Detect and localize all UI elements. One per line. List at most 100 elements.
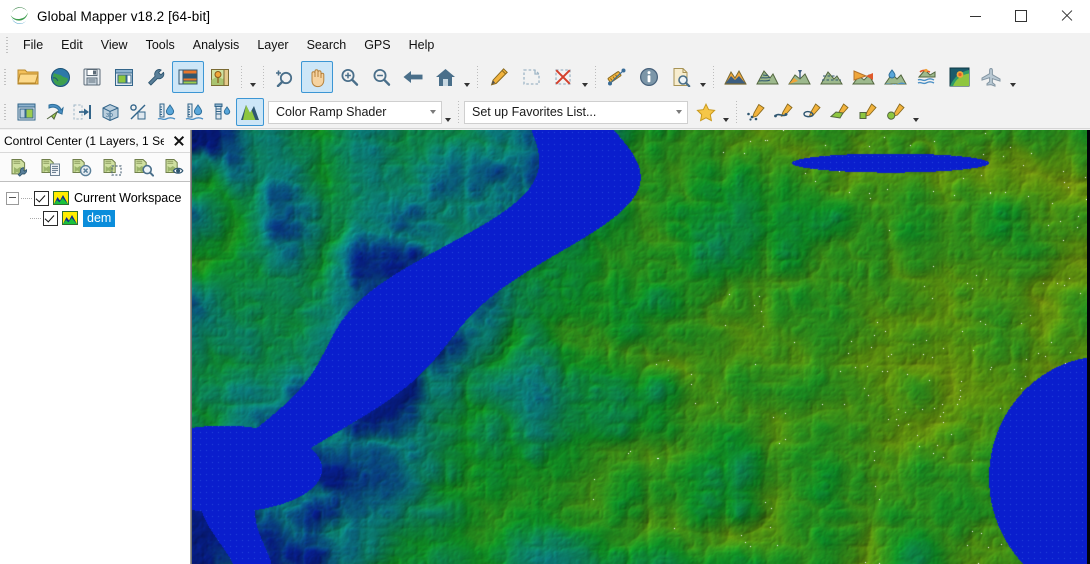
raster-layer-icon: [62, 211, 78, 225]
drag-grip-icon[interactable]: [3, 68, 9, 86]
raster-calc-button[interactable]: [943, 61, 975, 93]
shader-select[interactable]: Color Ramp Shader: [268, 100, 442, 124]
menu-gps[interactable]: GPS: [355, 35, 399, 55]
map-layout-button[interactable]: [12, 98, 40, 126]
flood-sim-button[interactable]: [911, 61, 943, 93]
menu-analysis[interactable]: Analysis: [184, 35, 249, 55]
fill-style-button[interactable]: [826, 98, 854, 126]
globalmapper-globe-icon: [8, 5, 30, 27]
tree-node-current-workspace[interactable]: Current Workspace: [6, 188, 190, 208]
open-data-file-button[interactable]: [12, 61, 44, 93]
shader-preview-button[interactable]: [236, 98, 264, 126]
layer-zoom-extent-button[interactable]: [97, 153, 128, 181]
drag-grip-icon[interactable]: [3, 103, 9, 121]
tree-expander-icon[interactable]: [6, 191, 19, 205]
map-canvas[interactable]: [191, 130, 1090, 564]
toolbar-separator: [458, 101, 459, 123]
tree-checkbox-current-workspace[interactable]: [34, 190, 49, 206]
capture-screen-button[interactable]: [108, 61, 140, 93]
toolbar-separator: [595, 66, 596, 88]
chevron-down-icon[interactable]: [579, 61, 590, 93]
chevron-down-icon[interactable]: [461, 61, 472, 93]
overlay-control-button[interactable]: [204, 61, 236, 93]
menu-help[interactable]: Help: [400, 35, 444, 55]
chevron-down-icon[interactable]: [247, 61, 258, 93]
close-icon: [174, 136, 184, 146]
layer-options-button[interactable]: [4, 153, 35, 181]
favorites-select[interactable]: Set up Favorites List...: [464, 100, 688, 124]
delete-feature-button[interactable]: [547, 61, 579, 93]
chevron-down-icon[interactable]: [1007, 61, 1018, 93]
menu-layer[interactable]: Layer: [248, 35, 297, 55]
water-settings-button[interactable]: [208, 98, 236, 126]
water-level-up-button[interactable]: [152, 98, 180, 126]
control-center-close-button[interactable]: [171, 133, 186, 148]
path-playback-button[interactable]: [40, 98, 68, 126]
contour-generate-button[interactable]: [751, 61, 783, 93]
circle-style-button[interactable]: [882, 98, 910, 126]
favorites-star-button[interactable]: [692, 98, 720, 126]
window-controls: [952, 0, 1090, 32]
pan-tool-button[interactable]: [301, 61, 333, 93]
cut-fill-button[interactable]: [815, 61, 847, 93]
shader-select-value: Color Ramp Shader: [276, 105, 387, 119]
zoom-in-button[interactable]: [333, 61, 365, 93]
layer-search-button[interactable]: [128, 153, 159, 181]
configure-button[interactable]: [140, 61, 172, 93]
line-of-sight-button[interactable]: [847, 61, 879, 93]
view-shed-button[interactable]: [783, 61, 815, 93]
chevron-down-icon[interactable]: [697, 61, 708, 93]
drag-grip-icon[interactable]: [5, 36, 11, 54]
previous-view-button[interactable]: [397, 61, 429, 93]
three-d-view-button[interactable]: 3D: [96, 98, 124, 126]
chevron-down-icon[interactable]: [720, 96, 731, 128]
square-style-button[interactable]: [854, 98, 882, 126]
chevron-down-icon[interactable]: [910, 96, 921, 128]
line-style-button[interactable]: [770, 98, 798, 126]
minimize-button[interactable]: [952, 0, 998, 32]
zoom-select-button[interactable]: [269, 61, 301, 93]
maximize-button[interactable]: [998, 0, 1044, 32]
title-bar: Global Mapper v18.2 [64-bit]: [0, 0, 1090, 33]
zoom-out-button[interactable]: [365, 61, 397, 93]
menu-tools[interactable]: Tools: [137, 35, 184, 55]
control-center-toolbar: [0, 153, 190, 182]
create-area-button[interactable]: [515, 61, 547, 93]
zoom-full-extent-button[interactable]: [429, 61, 461, 93]
point-style-button[interactable]: [742, 98, 770, 126]
vertical-exaggeration-button[interactable]: [124, 98, 152, 126]
save-workspace-button[interactable]: [76, 61, 108, 93]
dem-raster[interactable]: [192, 130, 1087, 564]
tree-node-dem[interactable]: dem: [6, 208, 190, 228]
menu-edit[interactable]: Edit: [52, 35, 92, 55]
water-level-down-button[interactable]: [180, 98, 208, 126]
chevron-down-icon[interactable]: [670, 103, 687, 122]
open-online-data-button[interactable]: [44, 61, 76, 93]
export-view-button[interactable]: [68, 98, 96, 126]
control-center-button[interactable]: [172, 61, 204, 93]
toolbar-separator: [263, 66, 264, 88]
chevron-down-icon[interactable]: [424, 103, 441, 122]
search-vector-button[interactable]: [665, 61, 697, 93]
layer-visibility-button[interactable]: [159, 153, 190, 181]
favorites-select-value: Set up Favorites List...: [472, 105, 597, 119]
measure-tool-button[interactable]: [601, 61, 633, 93]
layer-metadata-button[interactable]: [35, 153, 66, 181]
menu-search[interactable]: Search: [298, 35, 356, 55]
layer-close-button[interactable]: [66, 153, 97, 181]
digitizer-tool-button[interactable]: [483, 61, 515, 93]
area-style-button[interactable]: [798, 98, 826, 126]
feature-info-button[interactable]: [633, 61, 665, 93]
control-center-title: Control Center (1 Layers, 1 Sele...: [4, 134, 164, 148]
tree-label-current-workspace: Current Workspace: [74, 191, 182, 205]
tree-checkbox-dem[interactable]: [43, 210, 58, 226]
path-profile-button[interactable]: [719, 61, 751, 93]
chevron-down-icon[interactable]: [442, 96, 453, 128]
tree-connector-icon: [30, 217, 41, 219]
menu-view[interactable]: View: [92, 35, 137, 55]
close-button[interactable]: [1044, 0, 1090, 32]
flight-path-button[interactable]: [975, 61, 1007, 93]
menu-file[interactable]: File: [14, 35, 52, 55]
watershed-button[interactable]: [879, 61, 911, 93]
toolbar-separator: [477, 66, 478, 88]
